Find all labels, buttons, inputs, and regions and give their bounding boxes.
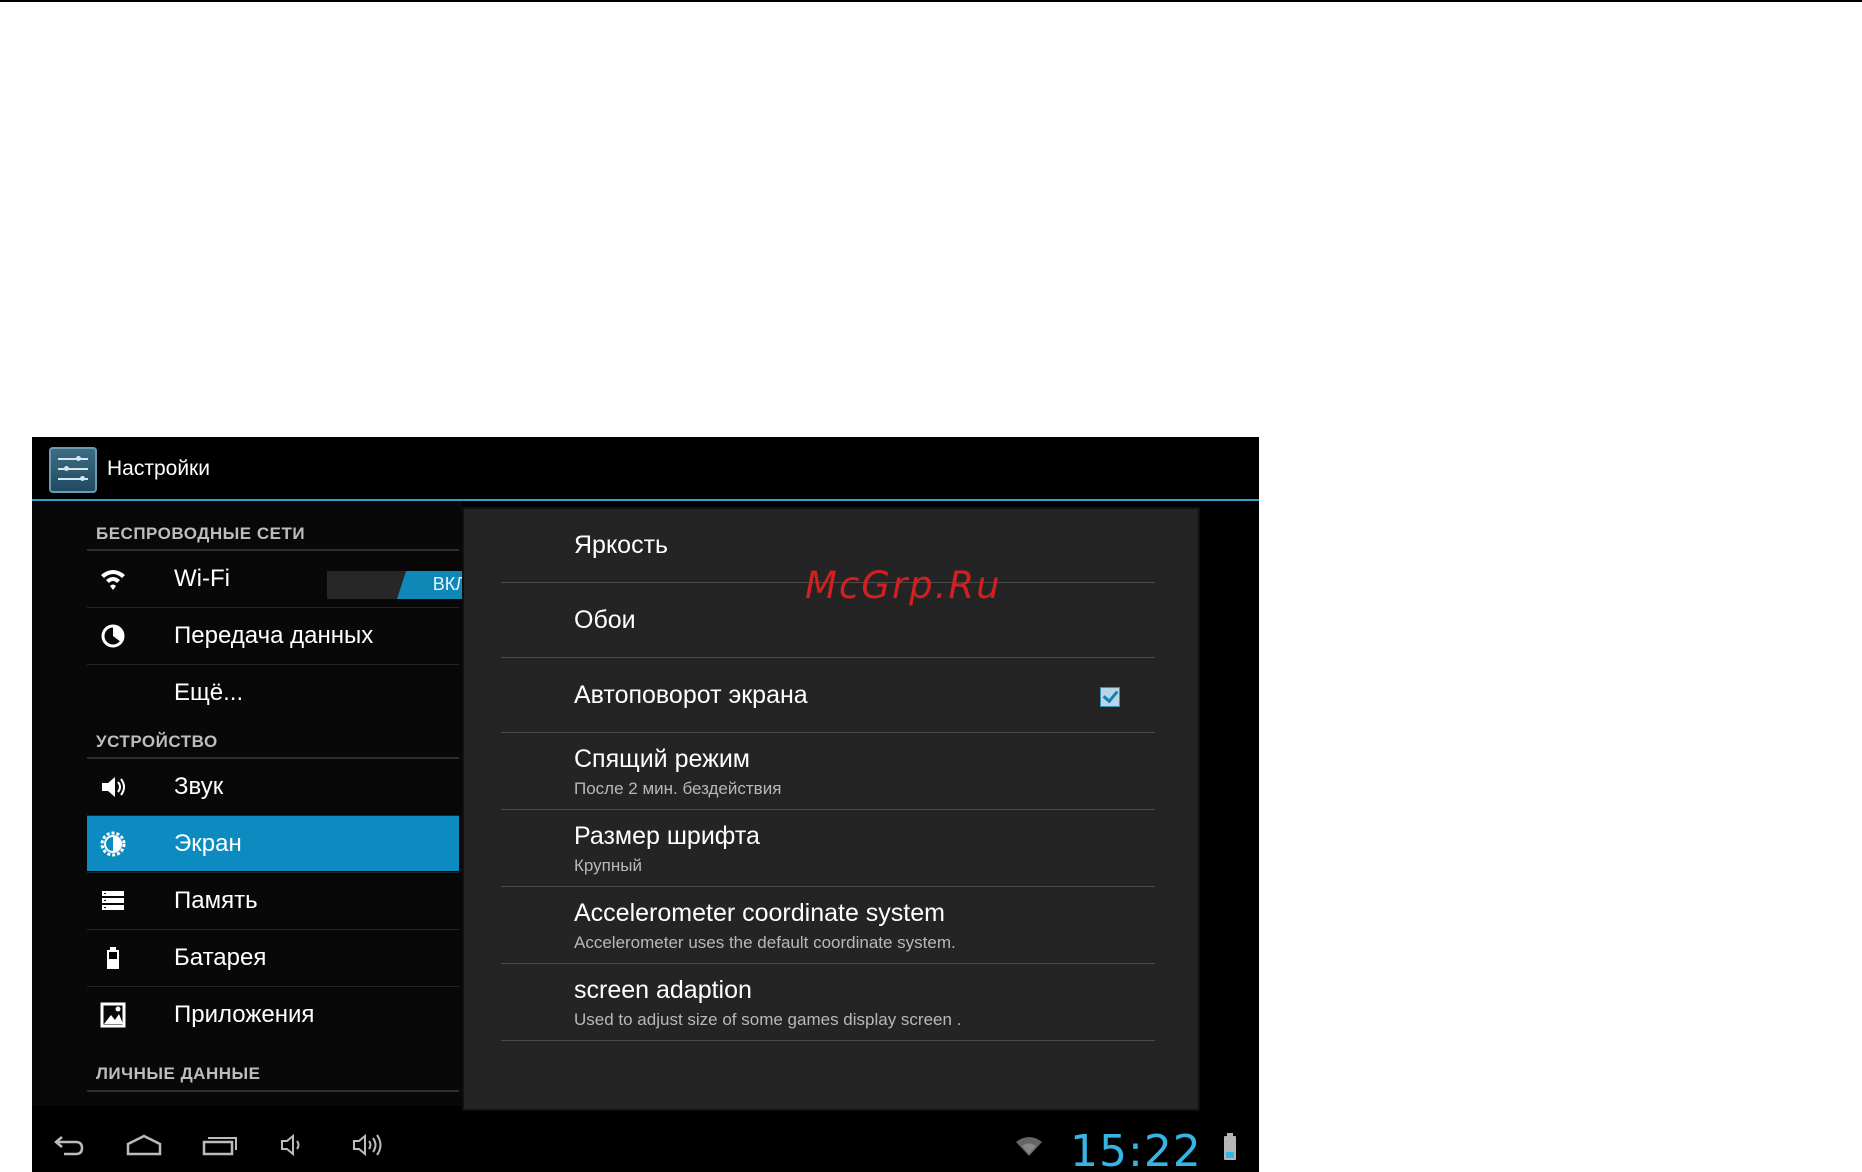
system-bar: 15:22 <box>32 1122 1259 1172</box>
setting-auto-rotate[interactable]: Автоповорот экрана <box>501 659 1155 733</box>
row-divider <box>501 1040 1155 1041</box>
setting-title: Accelerometer coordinate system <box>574 899 945 927</box>
setting-title: Размер шрифта <box>574 822 760 850</box>
top-rule <box>0 0 1862 2</box>
volume-down-button[interactable] <box>278 1128 308 1162</box>
recent-apps-icon <box>202 1137 237 1156</box>
battery-icon <box>99 944 127 972</box>
recent-apps-button[interactable] <box>200 1128 240 1162</box>
settings-header-list: БЕСПРОВОДНЫЕ СЕТИ Wi-Fi ВКЛ Передача дан… <box>32 501 487 1106</box>
setting-font-size[interactable]: Размер шрифта Крупный <box>501 811 1155 887</box>
watermark: McGrp.Ru <box>805 564 1002 607</box>
sidebar-item-label: Приложения <box>174 1001 315 1028</box>
speaker-icon <box>99 773 127 801</box>
sidebar-item-data-usage[interactable]: Передача данных <box>87 608 459 663</box>
sidebar-item-label: Экран <box>174 830 242 857</box>
home-button[interactable] <box>124 1128 164 1162</box>
sidebar-item-label: Батарея <box>174 944 267 971</box>
sidebar-item-label: Wi-Fi <box>174 565 230 592</box>
setting-title: Обои <box>574 606 636 634</box>
sidebar-item-label: Звук <box>174 773 224 800</box>
setting-summary: Accelerometer uses the default coordinat… <box>574 933 956 952</box>
settings-icon[interactable] <box>49 447 97 493</box>
back-button[interactable] <box>50 1128 86 1162</box>
setting-summary: После 2 мин. бездействия <box>574 779 782 798</box>
volume-up-button[interactable] <box>350 1128 386 1162</box>
action-bar: Настройки <box>32 437 1259 499</box>
setting-title: Автоповорот экрана <box>574 681 808 709</box>
category-device: УСТРОЙСТВО <box>96 732 218 751</box>
tablet-screen: Настройки БЕСПРОВОДНЫЕ СЕТИ Wi-Fi ВКЛ Пе… <box>32 437 1259 1172</box>
setting-title: Яркость <box>574 531 669 559</box>
brightness-icon <box>99 830 127 858</box>
storage-icon <box>99 887 127 915</box>
sidebar-item-more[interactable]: Ещё... <box>87 665 459 720</box>
sidebar-item-label: Память <box>174 887 258 914</box>
volume-down-icon <box>281 1133 300 1157</box>
row-divider <box>501 963 1155 964</box>
setting-accelerometer[interactable]: Accelerometer coordinate system Accelero… <box>501 888 1155 964</box>
home-icon <box>126 1134 162 1156</box>
back-icon <box>54 1136 84 1156</box>
clock[interactable]: 15:22 <box>1070 1126 1202 1172</box>
category-personal: ЛИЧНЫЕ ДАННЫЕ <box>96 1064 261 1083</box>
row-divider <box>501 732 1155 733</box>
data-usage-icon <box>99 622 127 650</box>
sidebar-item-display[interactable]: Экран <box>87 816 459 871</box>
auto-rotate-checkbox[interactable] <box>1100 687 1120 707</box>
setting-summary: Крупный <box>574 856 642 875</box>
row-divider <box>501 809 1155 810</box>
sidebar-item-apps[interactable]: Приложения <box>87 987 459 1042</box>
row-divider <box>501 657 1155 658</box>
setting-title: screen adaption <box>574 976 752 1004</box>
setting-screen-adaption[interactable]: screen adaption Used to adjust size of s… <box>501 965 1155 1041</box>
setting-sleep[interactable]: Спящий режим После 2 мин. бездействия <box>501 734 1155 810</box>
category-wireless: БЕСПРОВОДНЫЕ СЕТИ <box>96 524 306 543</box>
wifi-icon <box>99 565 127 593</box>
sidebar-item-storage[interactable]: Память <box>87 873 459 928</box>
battery-status-icon[interactable] <box>1224 1133 1236 1160</box>
sidebar-item-battery[interactable]: Батарея <box>87 930 459 985</box>
page-title: Настройки <box>107 457 210 480</box>
apps-icon <box>99 1001 127 1029</box>
row-divider <box>501 886 1155 887</box>
setting-title: Спящий режим <box>574 745 750 773</box>
sidebar-item-sound[interactable]: Звук <box>87 759 459 814</box>
category-divider <box>87 1090 459 1092</box>
sidebar-item-wifi[interactable]: Wi-Fi ВКЛ <box>87 551 487 606</box>
wifi-toggle-label: ВКЛ <box>432 574 467 594</box>
wifi-status-icon <box>1012 1128 1046 1162</box>
wifi-toggle[interactable]: ВКЛ <box>327 571 487 599</box>
sidebar-item-label: Ещё... <box>174 679 244 706</box>
setting-summary: Used to adjust size of some games displa… <box>574 1010 962 1029</box>
sidebar-item-label: Передача данных <box>174 622 374 649</box>
volume-up-icon <box>353 1133 382 1157</box>
